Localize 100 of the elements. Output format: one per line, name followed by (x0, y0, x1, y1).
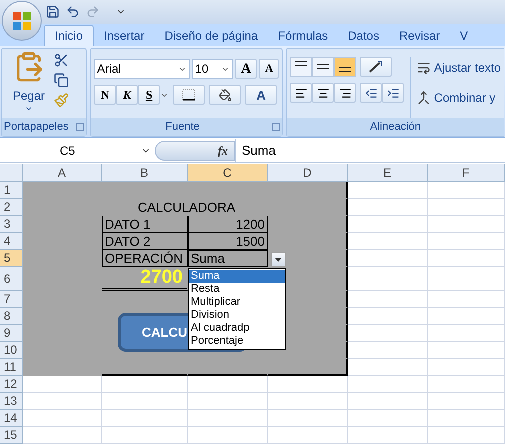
row-header[interactable]: 2 (0, 199, 23, 216)
row-header[interactable]: 15 (0, 427, 23, 444)
caret-icon (25, 105, 33, 113)
empty-cell[interactable] (348, 376, 428, 393)
ribbon-tab[interactable]: Revisar (389, 25, 450, 46)
paintbrush-icon[interactable] (54, 93, 69, 108)
dropdown-option[interactable]: Resta (189, 283, 285, 296)
value-cell: 1200 (188, 216, 268, 233)
empty-cell[interactable] (188, 427, 268, 444)
format-button[interactable]: S (138, 85, 160, 105)
align-center-button[interactable] (312, 83, 334, 103)
empty-cell[interactable] (348, 393, 428, 410)
row-header[interactable]: 6 (0, 267, 23, 291)
row-header[interactable]: 4 (0, 233, 23, 250)
column-header[interactable]: A (23, 164, 102, 182)
row-header[interactable]: 13 (0, 393, 23, 410)
row-header[interactable]: 1 (0, 182, 23, 199)
cut-icon[interactable] (54, 53, 69, 68)
ribbon-tab[interactable]: Inicio (44, 25, 94, 46)
empty-cell[interactable] (188, 376, 268, 393)
merge-button[interactable]: Combinar y (417, 89, 501, 107)
grow-font-button[interactable]: A (235, 59, 258, 79)
font-size-field[interactable]: 10 (192, 59, 234, 79)
ribbon-tab[interactable]: V (450, 25, 478, 46)
empty-cell[interactable] (268, 427, 348, 444)
empty-cell[interactable] (102, 393, 188, 410)
empty-cell[interactable] (428, 410, 505, 427)
fill-color-button[interactable] (209, 85, 242, 105)
ribbon-tab[interactable]: Insertar (94, 25, 155, 46)
empty-cell[interactable] (188, 410, 268, 427)
launcher-icon[interactable] (76, 123, 84, 131)
row-header[interactable]: 5 (0, 250, 23, 267)
ribbon-tab[interactable]: Datos (338, 25, 390, 46)
font-color-button[interactable]: A (245, 85, 278, 105)
increase-indent-button[interactable] (382, 83, 404, 103)
row-header[interactable]: 11 (0, 359, 23, 376)
shrink-font-button[interactable]: A (259, 59, 280, 79)
launcher-icon[interactable] (272, 123, 280, 131)
format-button[interactable]: N (94, 85, 116, 105)
empty-cell[interactable] (428, 342, 505, 359)
dropdown-option[interactable]: Multiplicar (189, 296, 285, 309)
align-button[interactable] (312, 57, 334, 77)
empty-cell[interactable] (102, 376, 188, 393)
row-header[interactable]: 8 (0, 308, 23, 325)
align-button[interactable] (290, 57, 312, 77)
format-button[interactable]: K (116, 85, 138, 105)
empty-cell[interactable] (428, 199, 505, 216)
copy-icon[interactable] (54, 73, 69, 88)
paste-button[interactable]: Pegar (4, 51, 54, 118)
column-header[interactable]: D (268, 164, 348, 182)
undo-icon[interactable] (66, 5, 80, 19)
column-header[interactable]: E (348, 164, 428, 182)
empty-cell[interactable] (268, 393, 348, 410)
empty-cell[interactable] (268, 410, 348, 427)
empty-cell[interactable] (428, 359, 505, 376)
borders-button[interactable] (173, 85, 206, 105)
empty-cell[interactable] (428, 216, 505, 233)
empty-cell[interactable] (428, 393, 505, 410)
dropdown-option[interactable]: Suma (189, 270, 285, 283)
empty-cell[interactable] (268, 376, 348, 393)
dropdown-button[interactable] (271, 252, 286, 267)
empty-cell[interactable] (428, 308, 505, 325)
column-header[interactable]: F (428, 164, 505, 182)
empty-cell[interactable] (428, 182, 505, 199)
select-all-corner[interactable] (0, 164, 23, 182)
decrease-indent-button[interactable] (360, 83, 382, 103)
empty-cell[interactable] (188, 393, 268, 410)
empty-cell[interactable] (428, 267, 505, 291)
align-left-button[interactable] (290, 83, 312, 103)
function-button[interactable]: fx (155, 140, 235, 160)
wrap-text-button[interactable]: Ajustar texto (417, 59, 501, 77)
empty-cell[interactable] (428, 291, 505, 308)
row-header[interactable]: 12 (0, 376, 23, 393)
row-header[interactable]: 3 (0, 216, 23, 233)
empty-cell[interactable] (348, 427, 428, 444)
redo-icon[interactable] (86, 5, 100, 19)
caret-icon (275, 258, 282, 262)
save-icon[interactable] (46, 5, 60, 19)
ribbon-tab[interactable]: Diseño de página (154, 25, 268, 46)
row-header[interactable]: 10 (0, 342, 23, 359)
ribbon-tab[interactable]: Fórmulas (268, 25, 338, 46)
empty-cell[interactable] (428, 427, 505, 444)
name-box[interactable]: C5 (0, 142, 155, 160)
orientation-button[interactable] (360, 57, 392, 77)
empty-cell[interactable] (428, 250, 505, 267)
row-header[interactable]: 14 (0, 410, 23, 427)
empty-cell[interactable] (102, 410, 188, 427)
empty-cell[interactable] (102, 427, 188, 444)
empty-cell[interactable] (428, 376, 505, 393)
column-header[interactable]: C (188, 164, 268, 182)
font-name-field[interactable]: Arial (94, 59, 190, 79)
formula-field[interactable]: Suma (235, 139, 505, 162)
row-header[interactable]: 7 (0, 291, 23, 308)
align-button[interactable] (334, 57, 356, 77)
row-header[interactable]: 9 (0, 325, 23, 342)
column-header[interactable]: B (102, 164, 188, 182)
empty-cell[interactable] (428, 325, 505, 342)
align-right-button[interactable] (334, 83, 356, 103)
empty-cell[interactable] (348, 410, 428, 427)
empty-cell[interactable] (428, 233, 505, 250)
